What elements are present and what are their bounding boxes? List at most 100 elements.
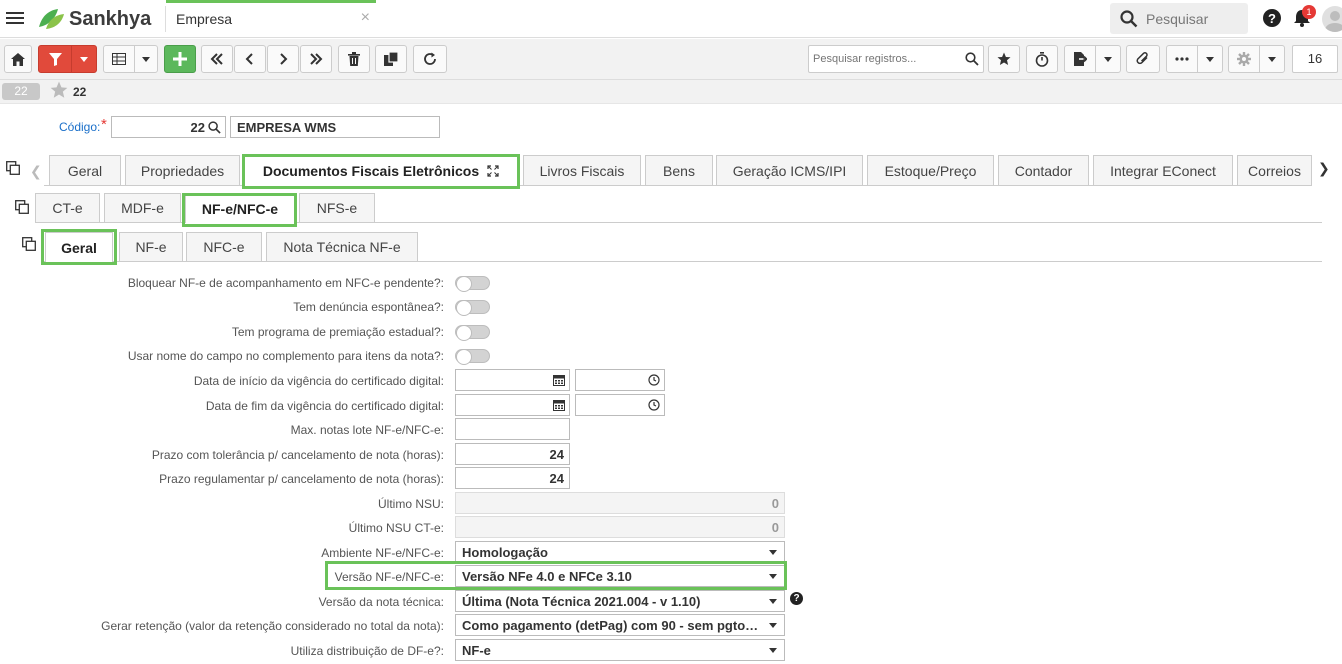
tab-nfe-geral[interactable]: Geral bbox=[45, 232, 113, 262]
bloquear-nfe-toggle[interactable] bbox=[455, 276, 490, 292]
calendar-icon[interactable] bbox=[553, 399, 565, 411]
previous-record-button[interactable] bbox=[234, 45, 266, 73]
ultimo-nsu-label: Último NSU: bbox=[377, 497, 444, 511]
tab-nfe-nfce[interactable]: NF-e/NFC-e bbox=[185, 193, 295, 223]
record-search-field[interactable] bbox=[808, 45, 984, 73]
sankhya-logo[interactable]: Sankhya bbox=[36, 7, 151, 31]
notification-badge: 1 bbox=[1302, 5, 1316, 19]
nome-campo-toggle[interactable] bbox=[455, 349, 490, 365]
timer-button[interactable] bbox=[1026, 45, 1058, 73]
tab-correios[interactable]: Correios bbox=[1237, 155, 1312, 185]
tab-contador[interactable]: Contador bbox=[998, 155, 1089, 185]
tab-nfse[interactable]: NFS-e bbox=[299, 193, 375, 222]
settings-button[interactable] bbox=[1228, 45, 1260, 73]
prazo-regulamentar-label: Prazo regulamentar p/ cancelamento de no… bbox=[159, 472, 444, 486]
tab-geral[interactable]: Geral bbox=[49, 155, 121, 185]
data-inicio-time-input[interactable] bbox=[575, 369, 665, 391]
star-icon bbox=[997, 52, 1011, 65]
brand-name: Sankhya bbox=[69, 7, 152, 30]
tabs-scroll-left-icon[interactable]: ❮ bbox=[30, 163, 42, 180]
tab-geracao-icms-ipi[interactable]: Geração ICMS/IPI bbox=[716, 155, 863, 185]
tabs-scroll-right-icon[interactable]: ❯ bbox=[1318, 160, 1330, 177]
record-search-input[interactable] bbox=[809, 46, 959, 72]
empresa-description-field[interactable]: EMPRESA WMS bbox=[230, 116, 440, 138]
attachment-button[interactable] bbox=[1126, 45, 1160, 73]
close-icon[interactable]: × bbox=[361, 9, 370, 27]
expand-icon[interactable] bbox=[487, 165, 499, 177]
copy-icon[interactable] bbox=[22, 237, 36, 251]
versao-nt-select[interactable]: Última (Nota Técnica 2021.004 - v 1.10) bbox=[455, 590, 785, 612]
stopwatch-icon bbox=[1035, 51, 1049, 67]
duplicate-button[interactable] bbox=[375, 45, 407, 73]
retencao-value: Como pagamento (detPag) com 90 - sem pgt… bbox=[462, 618, 764, 633]
chevron-down-icon bbox=[769, 648, 777, 653]
tab-mdfe[interactable]: MDF-e bbox=[104, 193, 181, 222]
max-notas-input[interactable] bbox=[455, 418, 570, 440]
nome-campo-label: Usar nome do campo no complemento para i… bbox=[127, 349, 444, 363]
home-button[interactable] bbox=[4, 45, 32, 73]
delete-button[interactable] bbox=[338, 45, 370, 73]
filter-dropdown-button[interactable] bbox=[71, 45, 97, 73]
global-search[interactable]: Pesquisar bbox=[1110, 3, 1248, 34]
filter-button[interactable] bbox=[38, 45, 72, 73]
data-fim-date-input[interactable] bbox=[455, 394, 570, 416]
denuncia-toggle[interactable] bbox=[455, 300, 490, 316]
menu-icon[interactable] bbox=[6, 9, 24, 27]
premiacao-toggle[interactable] bbox=[455, 325, 490, 341]
calendar-icon[interactable] bbox=[553, 374, 565, 386]
tab-nfe[interactable]: NF-e bbox=[119, 232, 183, 261]
top-header: Sankhya Empresa × Pesquisar ? 1 bbox=[0, 0, 1342, 38]
retencao-select[interactable]: Como pagamento (detPag) com 90 - sem pgt… bbox=[455, 614, 785, 636]
data-fim-time-input[interactable] bbox=[575, 394, 665, 416]
distribuicao-select[interactable]: NF-e bbox=[455, 639, 785, 661]
copy-icon[interactable] bbox=[6, 161, 20, 175]
versao-nt-value: Última (Nota Técnica 2021.004 - v 1.10) bbox=[462, 594, 701, 609]
chevron-down-icon bbox=[769, 550, 777, 555]
tab-bens[interactable]: Bens bbox=[645, 155, 713, 185]
ambiente-select[interactable]: Homologação bbox=[455, 541, 785, 563]
prazo-regulamentar-input[interactable]: 24 bbox=[455, 467, 570, 489]
refresh-button[interactable] bbox=[413, 45, 447, 73]
export-button[interactable] bbox=[1064, 45, 1096, 73]
clock-icon[interactable] bbox=[648, 399, 660, 411]
prazo-tolerancia-input[interactable]: 24 bbox=[455, 443, 570, 465]
tab-estoque-preco[interactable]: Estoque/Preço bbox=[867, 155, 994, 185]
grid-icon bbox=[112, 53, 126, 65]
chevron-down-icon bbox=[769, 599, 777, 604]
first-icon bbox=[210, 53, 223, 65]
help-icon[interactable]: ? bbox=[1262, 8, 1282, 28]
settings-dropdown-button[interactable] bbox=[1259, 45, 1285, 73]
tab-documentos-fiscais[interactable]: Documentos Fiscais Eletrônicos bbox=[244, 155, 518, 186]
more-dropdown-button[interactable] bbox=[1197, 45, 1223, 73]
copy-icon[interactable] bbox=[15, 200, 29, 214]
page-tab-empresa[interactable]: Empresa × bbox=[166, 0, 376, 38]
tab-propriedades[interactable]: Propriedades bbox=[125, 155, 240, 185]
nfe-tabs-baseline bbox=[42, 261, 1322, 262]
star-icon[interactable] bbox=[50, 81, 68, 99]
view-dropdown-button[interactable] bbox=[134, 45, 158, 73]
page-number[interactable]: 16 bbox=[1292, 45, 1338, 73]
next-record-button[interactable] bbox=[267, 45, 299, 73]
export-dropdown-button[interactable] bbox=[1095, 45, 1121, 73]
grid-view-button[interactable] bbox=[103, 45, 135, 73]
codigo-field[interactable]: 22 bbox=[111, 116, 226, 138]
data-inicio-date-input[interactable] bbox=[455, 369, 570, 391]
tab-nfce[interactable]: NFC-e bbox=[186, 232, 262, 261]
chevron-down-icon bbox=[1268, 56, 1276, 62]
tab-cte[interactable]: CT-e bbox=[35, 193, 100, 222]
avatar[interactable] bbox=[1322, 6, 1342, 32]
last-record-button[interactable] bbox=[300, 45, 332, 73]
help-icon[interactable]: ? bbox=[790, 592, 803, 605]
search-icon[interactable] bbox=[208, 121, 221, 134]
first-record-button[interactable] bbox=[201, 45, 233, 73]
tab-livros-fiscais[interactable]: Livros Fiscais bbox=[523, 155, 641, 185]
more-options-button[interactable] bbox=[1166, 45, 1198, 73]
clock-icon[interactable] bbox=[648, 374, 660, 386]
search-icon[interactable] bbox=[965, 52, 979, 66]
tab-integrar-econect[interactable]: Integrar EConect bbox=[1093, 155, 1233, 185]
add-button[interactable] bbox=[164, 45, 196, 73]
record-badge[interactable]: 22 bbox=[2, 83, 40, 100]
tab-nota-tecnica[interactable]: Nota Técnica NF-e bbox=[266, 232, 418, 261]
favorite-button[interactable] bbox=[988, 45, 1020, 73]
versao-select[interactable]: Versão NFe 4.0 e NFCe 3.10 bbox=[455, 565, 785, 587]
